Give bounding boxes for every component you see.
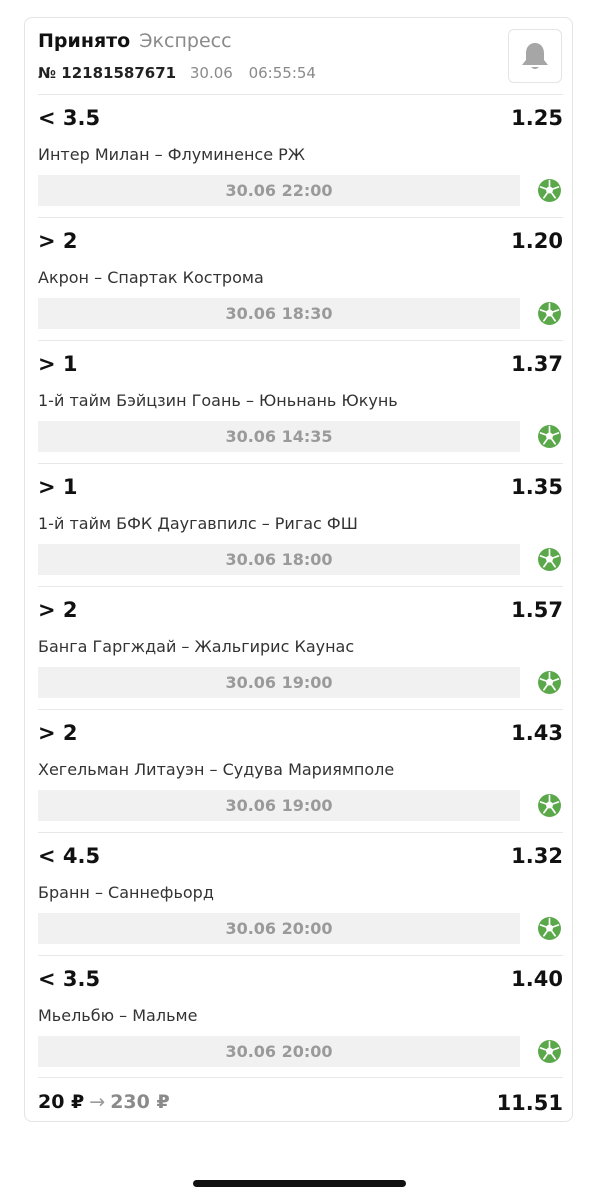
event-start-time: 30.06 20:00 (225, 1042, 333, 1061)
event-teams: Бранн – Саннефьорд (38, 883, 214, 902)
payout-amount: 230 ₽ (110, 1091, 170, 1113)
event-row[interactable]: > 2 1.57 Банга Гаргждай – Жальгирис Каун… (38, 586, 563, 709)
event-odds: 1.32 (511, 844, 563, 868)
event-teams: Хегельман Литауэн – Судува Мариямполе (38, 760, 395, 779)
soccer-ball-icon (538, 671, 561, 694)
event-row[interactable]: > 1 1.37 1-й тайм Бэйцзин Гоань – Юньнан… (38, 340, 563, 463)
soccer-ball-icon (538, 179, 561, 202)
stake-line: 20 ₽ → 230 ₽ (38, 1091, 170, 1113)
event-odds: 1.57 (511, 598, 563, 622)
event-start-bar: 30.06 20:00 (38, 913, 520, 944)
bell-icon (522, 43, 548, 69)
event-outcome: > 2 (38, 598, 78, 622)
event-teams: Банга Гаргждай – Жальгирис Каунас (38, 637, 355, 656)
arrow-right-icon: → (89, 1091, 106, 1113)
event-teams: Интер Милан – Флуминенсе РЖ (38, 145, 306, 164)
event-odds: 1.40 (511, 967, 563, 991)
bet-header: Принято Экспресс № 12181587671 30.06 06:… (38, 28, 563, 94)
event-teams: Акрон – Спартак Кострома (38, 268, 264, 287)
event-start-bar: 30.06 20:00 (38, 1036, 520, 1067)
soccer-ball-icon (538, 302, 561, 325)
soccer-ball-icon (538, 1040, 561, 1063)
event-teams: Мьельбю – Мальме (38, 1006, 198, 1025)
bet-meta: № 12181587671 30.06 06:55:54 (38, 64, 316, 82)
event-teams: 1-й тайм Бэйцзин Гоань – Юньнань Юкунь (38, 391, 398, 410)
event-start-bar: 30.06 18:30 (38, 298, 520, 329)
event-odds: 1.43 (511, 721, 563, 745)
event-row[interactable]: > 2 1.43 Хегельман Литауэн – Судува Мари… (38, 709, 563, 832)
event-start-bar: 30.06 18:00 (38, 544, 520, 575)
event-outcome: > 1 (38, 475, 78, 499)
event-start-time: 30.06 19:00 (225, 673, 333, 692)
event-start-time: 30.06 20:00 (225, 919, 333, 938)
event-odds: 1.37 (511, 352, 563, 376)
event-outcome: > 1 (38, 352, 78, 376)
bet-summary: 20 ₽ → 230 ₽ 11.51 (38, 1077, 563, 1122)
event-start-bar: 30.06 14:35 (38, 421, 520, 452)
soccer-ball-icon (538, 425, 561, 448)
event-row[interactable]: > 2 1.20 Акрон – Спартак Кострома 30.06 … (38, 217, 563, 340)
stake-amount: 20 ₽ (38, 1091, 85, 1113)
event-odds: 1.35 (511, 475, 563, 499)
event-odds: 1.20 (511, 229, 563, 253)
event-start-time: 30.06 18:00 (225, 550, 333, 569)
event-outcome: > 2 (38, 229, 78, 253)
event-outcome: < 4.5 (38, 844, 101, 868)
soccer-ball-icon (538, 794, 561, 817)
bet-status-line: Принято Экспресс (38, 30, 232, 52)
event-outcome: < 3.5 (38, 967, 101, 991)
events-list: < 3.5 1.25 Интер Милан – Флуминенсе РЖ 3… (38, 94, 563, 1079)
event-row[interactable]: < 4.5 1.32 Бранн – Саннефьорд 30.06 20:0… (38, 832, 563, 955)
event-start-bar: 30.06 19:00 (38, 790, 520, 821)
event-start-time: 30.06 14:35 (225, 427, 333, 446)
event-start-time: 30.06 19:00 (225, 796, 333, 815)
event-teams: 1-й тайм БФК Даугавпилс – Ригас ФШ (38, 514, 358, 533)
soccer-ball-icon (538, 548, 561, 571)
event-row[interactable]: < 3.5 1.40 Мьельбю – Мальме 30.06 20:00 (38, 955, 563, 1079)
total-odds: 11.51 (496, 1091, 563, 1115)
bet-number: № 12181587671 (38, 64, 177, 82)
event-odds: 1.25 (511, 106, 563, 130)
bet-status: Принято (38, 30, 131, 52)
event-outcome: < 3.5 (38, 106, 101, 130)
bet-type: Экспресс (139, 30, 232, 52)
event-start-bar: 30.06 22:00 (38, 175, 520, 206)
bet-date: 30.06 (189, 64, 233, 82)
home-indicator[interactable] (193, 1180, 406, 1187)
notification-button[interactable] (508, 29, 562, 83)
soccer-ball-icon (538, 917, 561, 940)
event-outcome: > 2 (38, 721, 78, 745)
event-start-bar: 30.06 19:00 (38, 667, 520, 698)
bet-card: Принято Экспресс № 12181587671 30.06 06:… (24, 17, 573, 1122)
event-start-time: 30.06 18:30 (225, 304, 333, 323)
event-start-time: 30.06 22:00 (225, 181, 333, 200)
event-row[interactable]: > 1 1.35 1-й тайм БФК Даугавпилс – Ригас… (38, 463, 563, 586)
event-row[interactable]: < 3.5 1.25 Интер Милан – Флуминенсе РЖ 3… (38, 94, 563, 217)
bet-time: 06:55:54 (248, 64, 316, 82)
